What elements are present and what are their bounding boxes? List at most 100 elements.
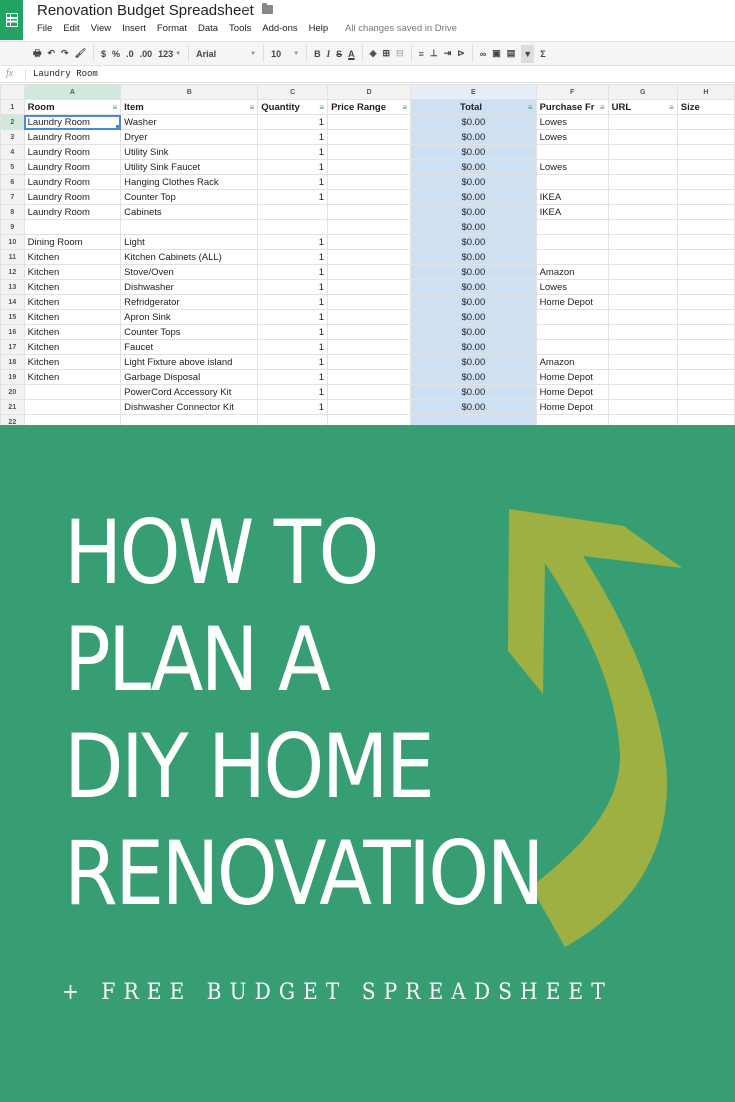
menu-format[interactable]: Format bbox=[157, 23, 187, 34]
row-number[interactable]: 12 bbox=[0, 264, 25, 280]
cell-quantity[interactable]: 1 bbox=[257, 354, 329, 370]
column-header-d[interactable]: D bbox=[327, 84, 412, 100]
cell-room[interactable]: Kitchen bbox=[23, 324, 122, 340]
header-cell-item[interactable]: Item ≡ bbox=[120, 99, 259, 115]
cell-size[interactable] bbox=[676, 144, 735, 160]
cell-purchase-from[interactable] bbox=[535, 339, 609, 355]
cell-quantity[interactable]: 1 bbox=[257, 294, 329, 310]
cell-room[interactable]: Kitchen bbox=[23, 309, 122, 325]
cell-purchase-from[interactable] bbox=[535, 144, 609, 160]
header-cell-purchase-from[interactable]: Purchase Fr ≡ bbox=[535, 99, 609, 115]
merge-cells-icon[interactable]: ⊟ bbox=[396, 45, 404, 63]
row-number[interactable]: 21 bbox=[0, 399, 25, 415]
cell-item[interactable]: Dishwasher Connector Kit bbox=[120, 399, 259, 415]
cell-total[interactable]: $0.00 bbox=[410, 324, 537, 340]
select-all-corner[interactable] bbox=[0, 84, 25, 100]
row-number[interactable]: 18 bbox=[0, 354, 25, 370]
cell-url[interactable] bbox=[607, 219, 678, 235]
cell-room[interactable]: Laundry Room bbox=[23, 204, 122, 220]
cell-total[interactable]: $0.00 bbox=[410, 144, 537, 160]
cell-price-range[interactable] bbox=[327, 339, 412, 355]
cell-item[interactable]: Garbage Disposal bbox=[120, 369, 259, 385]
cell-room[interactable]: Kitchen bbox=[23, 354, 122, 370]
cell-item[interactable] bbox=[120, 414, 259, 425]
row-number[interactable]: 9 bbox=[0, 219, 25, 235]
undo-icon[interactable]: ↶ bbox=[48, 45, 56, 63]
paint-format-icon[interactable]: 🖌 bbox=[75, 45, 86, 63]
row-number[interactable]: 3 bbox=[0, 129, 25, 145]
cell-url[interactable] bbox=[607, 159, 678, 175]
cell-size[interactable] bbox=[676, 414, 735, 425]
column-header-b[interactable]: B bbox=[120, 84, 259, 100]
cell-url[interactable] bbox=[607, 264, 678, 280]
cell-quantity[interactable]: 1 bbox=[257, 309, 329, 325]
cell-price-range[interactable] bbox=[327, 219, 412, 235]
cell-price-range[interactable] bbox=[327, 324, 412, 340]
cell-item[interactable] bbox=[120, 219, 259, 235]
cell-size[interactable] bbox=[676, 384, 735, 400]
header-cell-size[interactable]: Size bbox=[676, 99, 735, 115]
functions-icon[interactable]: Σ bbox=[540, 45, 545, 63]
row-number[interactable]: 17 bbox=[0, 339, 25, 355]
menu-edit[interactable]: Edit bbox=[63, 23, 79, 34]
cell-quantity[interactable]: 1 bbox=[257, 399, 329, 415]
cell-item[interactable]: Dryer bbox=[120, 129, 259, 145]
menu-tools[interactable]: Tools bbox=[229, 23, 251, 34]
row-number[interactable]: 7 bbox=[0, 189, 25, 205]
cell-purchase-from[interactable] bbox=[535, 249, 609, 265]
cell-room[interactable]: Laundry Room bbox=[23, 114, 122, 130]
cell-url[interactable] bbox=[607, 174, 678, 190]
cell-quantity[interactable]: 1 bbox=[257, 174, 329, 190]
cell-total[interactable]: $0.00 bbox=[410, 384, 537, 400]
cell-item[interactable]: Cabinets bbox=[120, 204, 259, 220]
cell-room[interactable]: Kitchen bbox=[23, 339, 122, 355]
borders-icon[interactable]: ⊞ bbox=[383, 45, 391, 63]
cell-quantity[interactable]: 1 bbox=[257, 144, 329, 160]
cell-total[interactable]: $0.00 bbox=[410, 234, 537, 250]
cell-size[interactable] bbox=[676, 339, 735, 355]
cell-total[interactable]: $0.00 bbox=[410, 129, 537, 145]
row-number[interactable]: 20 bbox=[0, 384, 25, 400]
row-number[interactable]: 2 bbox=[0, 114, 25, 130]
percent-button[interactable]: % bbox=[112, 45, 120, 63]
menu-data[interactable]: Data bbox=[198, 23, 218, 34]
cell-item[interactable]: Dishwasher bbox=[120, 279, 259, 295]
cell-size[interactable] bbox=[676, 309, 735, 325]
cell-total[interactable]: $0.00 bbox=[410, 219, 537, 235]
cell-quantity[interactable] bbox=[257, 219, 329, 235]
decrease-decimal-button[interactable]: .0 bbox=[126, 45, 134, 63]
cell-price-range[interactable] bbox=[327, 174, 412, 190]
cell-item[interactable]: Utility Sink bbox=[120, 144, 259, 160]
cell-url[interactable] bbox=[607, 294, 678, 310]
cell-url[interactable] bbox=[607, 234, 678, 250]
italic-button[interactable]: I bbox=[327, 45, 331, 63]
cell-item[interactable]: Apron Sink bbox=[120, 309, 259, 325]
cell-room[interactable]: Dining Room bbox=[23, 234, 122, 250]
row-number[interactable]: 22 bbox=[0, 414, 25, 425]
cell-size[interactable] bbox=[676, 294, 735, 310]
more-formats-button[interactable]: 123 ▼ bbox=[158, 45, 181, 63]
cell-item[interactable]: Light Fixture above island bbox=[120, 354, 259, 370]
text-color-button[interactable]: A bbox=[348, 45, 355, 63]
cell-price-range[interactable] bbox=[327, 414, 412, 425]
cell-item[interactable]: Refridgerator bbox=[120, 294, 259, 310]
cell-room[interactable]: Kitchen bbox=[23, 369, 122, 385]
folder-icon[interactable] bbox=[262, 3, 273, 14]
cell-url[interactable] bbox=[607, 279, 678, 295]
cell-quantity[interactable] bbox=[257, 414, 329, 425]
cell-size[interactable] bbox=[676, 129, 735, 145]
cell-quantity[interactable]: 1 bbox=[257, 369, 329, 385]
row-number[interactable]: 8 bbox=[0, 204, 25, 220]
cell-quantity[interactable]: 1 bbox=[257, 249, 329, 265]
cell-price-range[interactable] bbox=[327, 159, 412, 175]
column-header-g[interactable]: G bbox=[607, 84, 678, 100]
filter-icon[interactable]: ≡ bbox=[250, 101, 255, 114]
cell-total[interactable]: $0.00 bbox=[410, 264, 537, 280]
cell-url[interactable] bbox=[607, 144, 678, 160]
cell-total[interactable]: $0.00 bbox=[410, 249, 537, 265]
cell-item[interactable]: Washer bbox=[120, 114, 259, 130]
menu-view[interactable]: View bbox=[91, 23, 111, 34]
cell-purchase-from[interactable] bbox=[535, 219, 609, 235]
horizontal-align-icon[interactable]: ≡ bbox=[419, 45, 424, 63]
print-icon[interactable]: 🖶 bbox=[33, 45, 42, 63]
